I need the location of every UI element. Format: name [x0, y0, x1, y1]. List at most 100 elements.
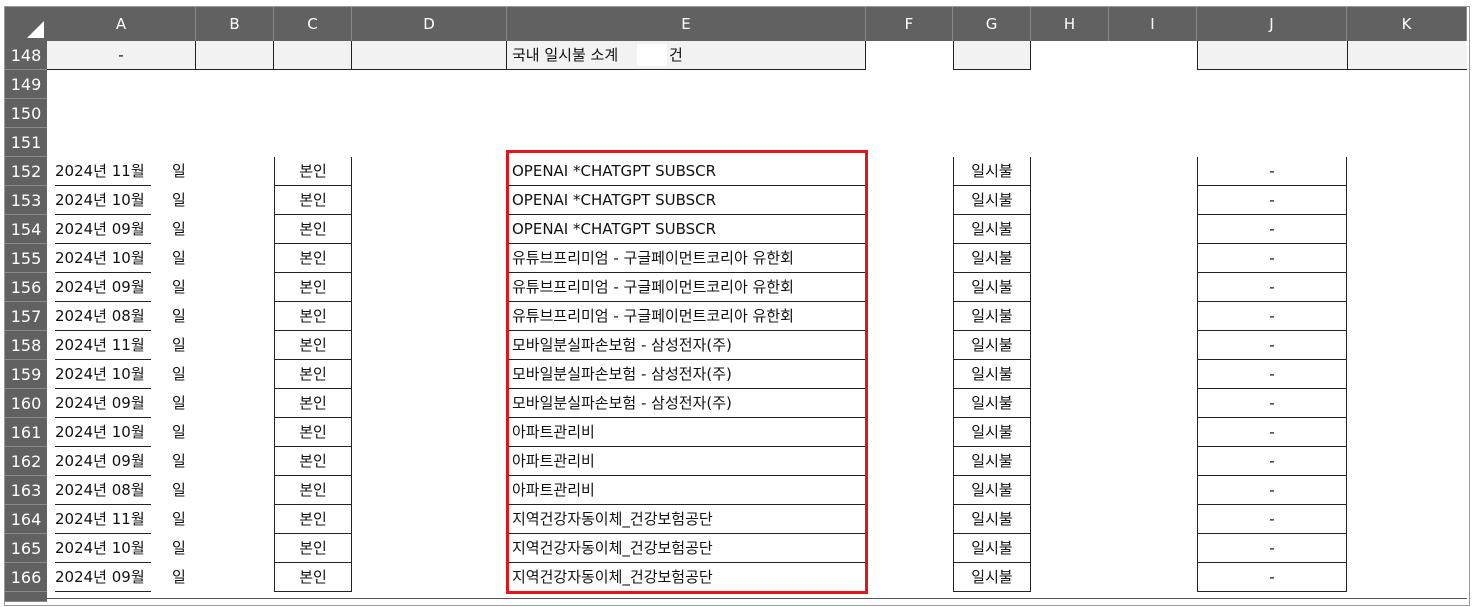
row-header[interactable]: 161 — [5, 418, 47, 447]
date-cell[interactable]: 2024년 11월 — [55, 157, 151, 186]
day-cell[interactable]: 일 — [172, 563, 194, 592]
day-cell[interactable]: 일 — [172, 331, 194, 360]
merchant-cell[interactable]: 모바일분실파손보험 - 삼성전자(주) — [507, 360, 866, 389]
day-cell[interactable]: 일 — [172, 302, 194, 331]
row-header[interactable]: 152 — [5, 157, 47, 186]
column-header-a[interactable]: A — [47, 7, 196, 41]
payment-type-cell[interactable]: 일시불 — [953, 244, 1031, 273]
merchant-cell[interactable]: 아파트관리비 — [507, 418, 866, 447]
amount-cell[interactable]: - — [1197, 302, 1347, 331]
column-header-j[interactable]: J — [1197, 7, 1347, 41]
row-header[interactable]: 155 — [5, 244, 47, 273]
payment-type-cell[interactable]: 일시불 — [953, 215, 1031, 244]
day-cell[interactable]: 일 — [172, 505, 194, 534]
payment-type-cell[interactable]: 일시불 — [953, 418, 1031, 447]
merchant-cell[interactable]: 지역건강자동이체_건강보험공단 — [507, 534, 866, 563]
amount-cell[interactable]: - — [1197, 273, 1347, 302]
payment-type-cell[interactable]: 일시불 — [953, 157, 1031, 186]
holder-cell[interactable]: 본인 — [274, 273, 352, 302]
date-cell[interactable]: 2024년 09월 — [55, 563, 151, 592]
column-header-g[interactable]: G — [953, 7, 1031, 41]
amount-cell[interactable]: - — [1197, 157, 1347, 186]
column-header-b[interactable]: B — [196, 7, 274, 41]
row-header[interactable]: 164 — [5, 505, 47, 534]
holder-cell[interactable]: 본인 — [274, 476, 352, 505]
payment-type-cell[interactable]: 일시불 — [953, 186, 1031, 215]
date-cell[interactable]: 2024년 11월 — [55, 331, 151, 360]
column-header-h[interactable]: H — [1031, 7, 1109, 41]
row-header[interactable]: 163 — [5, 476, 47, 505]
date-cell[interactable]: 2024년 08월 — [55, 476, 151, 505]
date-cell[interactable]: 2024년 10월 — [55, 534, 151, 563]
holder-cell[interactable]: 본인 — [274, 244, 352, 273]
amount-cell[interactable]: - — [1197, 418, 1347, 447]
row-header[interactable]: 158 — [5, 331, 47, 360]
row-header[interactable]: 150 — [5, 99, 47, 128]
row-header[interactable]: 157 — [5, 302, 47, 331]
summary-cell-k[interactable] — [1347, 41, 1467, 70]
row-header[interactable]: 162 — [5, 447, 47, 476]
row-header[interactable]: 148 — [5, 41, 47, 70]
holder-cell[interactable]: 본인 — [274, 215, 352, 244]
date-cell[interactable]: 2024년 09월 — [55, 389, 151, 418]
summary-cell-a[interactable]: - — [47, 41, 196, 70]
row-header[interactable]: 153 — [5, 186, 47, 215]
holder-cell[interactable]: 본인 — [274, 331, 352, 360]
merchant-cell[interactable]: 지역건강자동이체_건강보험공단 — [507, 505, 866, 534]
merchant-cell[interactable]: OPENAI *CHATGPT SUBSCR — [507, 215, 866, 244]
merchant-cell[interactable]: 아파트관리비 — [507, 447, 866, 476]
amount-cell[interactable]: - — [1197, 186, 1347, 215]
date-cell[interactable]: 2024년 10월 — [55, 360, 151, 389]
column-header-e[interactable]: E — [507, 7, 866, 41]
amount-cell[interactable]: - — [1197, 534, 1347, 563]
date-cell[interactable]: 2024년 08월 — [55, 302, 151, 331]
summary-cell-g[interactable] — [953, 41, 1031, 70]
holder-cell[interactable]: 본인 — [274, 157, 352, 186]
holder-cell[interactable]: 본인 — [274, 302, 352, 331]
day-cell[interactable]: 일 — [172, 534, 194, 563]
summary-cell-j[interactable] — [1197, 41, 1347, 70]
day-cell[interactable]: 일 — [172, 418, 194, 447]
payment-type-cell[interactable]: 일시불 — [953, 360, 1031, 389]
row-header[interactable]: 149 — [5, 70, 47, 99]
merchant-cell[interactable]: 지역건강자동이체_건강보험공단 — [507, 563, 866, 592]
payment-type-cell[interactable]: 일시불 — [953, 563, 1031, 592]
amount-cell[interactable]: - — [1197, 331, 1347, 360]
amount-cell[interactable]: - — [1197, 389, 1347, 418]
payment-type-cell[interactable]: 일시불 — [953, 447, 1031, 476]
column-header-k[interactable]: K — [1347, 7, 1467, 41]
day-cell[interactable]: 일 — [172, 215, 194, 244]
holder-cell[interactable]: 본인 — [274, 360, 352, 389]
day-cell[interactable]: 일 — [172, 447, 194, 476]
payment-type-cell[interactable]: 일시불 — [953, 505, 1031, 534]
merchant-cell[interactable]: 유튜브프리미엄 - 구글페이먼트코리아 유한회 — [507, 302, 866, 331]
row-header[interactable]: 156 — [5, 273, 47, 302]
merchant-cell[interactable]: 아파트관리비 — [507, 476, 866, 505]
merchant-cell[interactable]: 유튜브프리미엄 - 구글페이먼트코리아 유한회 — [507, 273, 866, 302]
day-cell[interactable]: 일 — [172, 389, 194, 418]
payment-type-cell[interactable]: 일시불 — [953, 534, 1031, 563]
column-header-d[interactable]: D — [352, 7, 507, 41]
amount-cell[interactable]: - — [1197, 563, 1347, 592]
holder-cell[interactable]: 본인 — [274, 389, 352, 418]
payment-type-cell[interactable]: 일시불 — [953, 331, 1031, 360]
payment-type-cell[interactable]: 일시불 — [953, 302, 1031, 331]
holder-cell[interactable]: 본인 — [274, 186, 352, 215]
amount-cell[interactable]: - — [1197, 505, 1347, 534]
amount-cell[interactable]: - — [1197, 244, 1347, 273]
summary-cell-c[interactable] — [274, 41, 352, 70]
holder-cell[interactable]: 본인 — [274, 563, 352, 592]
amount-cell[interactable]: - — [1197, 215, 1347, 244]
amount-cell[interactable]: - — [1197, 360, 1347, 389]
day-cell[interactable]: 일 — [172, 244, 194, 273]
row-header[interactable]: 159 — [5, 360, 47, 389]
date-cell[interactable]: 2024년 09월 — [55, 447, 151, 476]
date-cell[interactable]: 2024년 10월 — [55, 418, 151, 447]
amount-cell[interactable]: - — [1197, 476, 1347, 505]
column-header-c[interactable]: C — [274, 7, 352, 41]
day-cell[interactable]: 일 — [172, 476, 194, 505]
day-cell[interactable]: 일 — [172, 273, 194, 302]
merchant-cell[interactable]: OPENAI *CHATGPT SUBSCR — [507, 186, 866, 215]
holder-cell[interactable]: 본인 — [274, 447, 352, 476]
payment-type-cell[interactable]: 일시불 — [953, 476, 1031, 505]
